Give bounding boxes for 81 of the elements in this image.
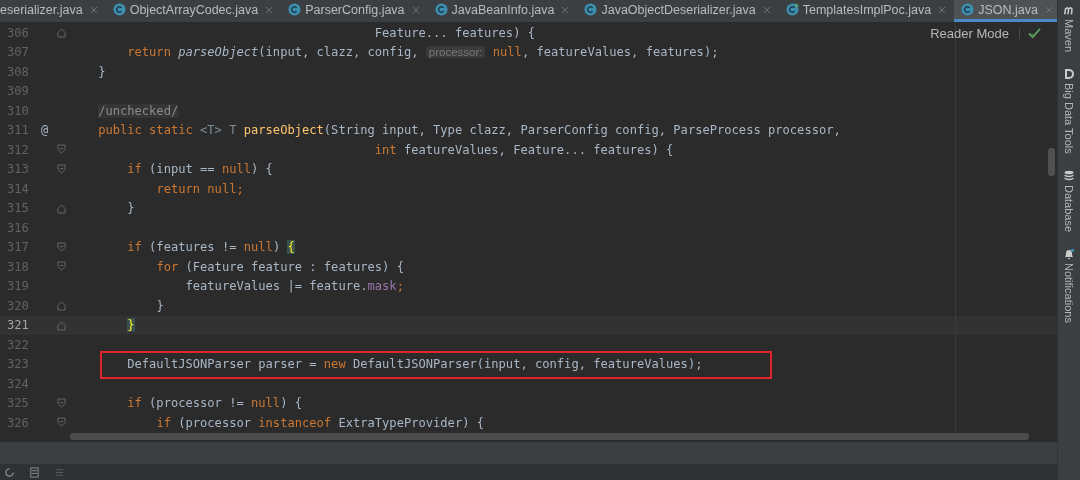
tool-window-button[interactable]: Database	[1063, 169, 1075, 232]
file-tab[interactable]: eserializer.java	[0, 0, 106, 22]
close-icon[interactable]	[1044, 5, 1053, 14]
file-tab[interactable]: ObjectArrayCodec.java	[105, 0, 282, 22]
code-line: DefaultJSONParser parser = new DefaultJSONParser(input, config, featureValues);	[126, 357, 703, 372]
fold-end-icon[interactable]	[56, 202, 66, 214]
code-line: return null;	[155, 181, 244, 196]
code-line: if (features != null) {	[126, 240, 295, 255]
code-line: if (processor instanceof ExtraTypeProvider) {	[155, 415, 485, 430]
database-icon	[1063, 169, 1075, 182]
code-line: }	[126, 201, 135, 216]
code-line: int featureValues, Feature... features) {	[373, 142, 674, 157]
fold-icon[interactable]	[56, 144, 66, 156]
line-number: 306	[6, 25, 30, 40]
fold-end-icon[interactable]	[56, 27, 66, 39]
line-number: 326	[6, 415, 30, 430]
line-number: 307	[6, 45, 30, 60]
line-number: 315	[6, 201, 30, 216]
line-number: 312	[6, 142, 30, 157]
class-icon	[288, 3, 302, 16]
file-tab[interactable]: TemplatesImplPoc.java	[778, 0, 955, 22]
fold-icon[interactable]	[56, 397, 66, 409]
calculator-icon[interactable]	[29, 466, 40, 478]
line-number: 323	[6, 357, 30, 372]
bell-icon	[1063, 247, 1075, 260]
file-tab[interactable]: JavaBeanInfo.java	[427, 0, 578, 22]
scrollbar-thumb[interactable]	[1048, 148, 1055, 176]
fold-end-icon[interactable]	[56, 300, 66, 312]
line-number: 311	[6, 123, 30, 138]
line-number: 316	[6, 220, 30, 235]
line-number: 313	[6, 162, 30, 177]
line-number: 308	[6, 64, 30, 79]
file-tab[interactable]: JavaObjectDeserializer.java	[577, 0, 779, 22]
maven-icon	[1063, 4, 1075, 16]
close-icon[interactable]	[265, 5, 274, 14]
tool-window-button[interactable]: Big Data Tools	[1063, 68, 1075, 154]
fold-icon[interactable]	[56, 241, 66, 253]
line-number: 317	[6, 240, 30, 255]
fold-icon[interactable]	[56, 261, 66, 273]
fold-icon[interactable]	[56, 163, 66, 175]
code-line: return parseObject(input, clazz, config, processor: null, featureValues, features);	[126, 45, 719, 60]
class-icon	[434, 3, 448, 16]
code-line: for (Feature feature : features) {	[155, 259, 404, 274]
annotation-marker[interactable]: @	[40, 123, 49, 138]
code-line: public static <T> T parseObject(String input, Type clazz, ParserConfig config, ParseProcess processor,	[97, 123, 841, 138]
class-icon	[785, 3, 799, 16]
close-icon[interactable]	[89, 5, 98, 14]
tool-window-button[interactable]: Notifications	[1063, 247, 1075, 323]
reader-mode-link[interactable]: Reader Mode	[930, 26, 1009, 41]
line-number: 325	[6, 396, 30, 411]
close-icon[interactable]	[762, 5, 771, 14]
code-line: }	[155, 298, 164, 313]
list-icon[interactable]	[54, 466, 65, 478]
code-line: }	[97, 64, 106, 79]
refresh-icon[interactable]	[4, 466, 15, 478]
code-line: if (processor != null) {	[126, 396, 302, 411]
code-line: Feature... features) {	[373, 25, 535, 40]
fold-icon[interactable]	[56, 417, 66, 429]
line-number: 322	[6, 337, 30, 352]
horizontal-scrollbar[interactable]	[70, 433, 1029, 440]
class-icon	[961, 3, 975, 16]
line-number: 321	[6, 318, 30, 333]
close-icon[interactable]	[938, 5, 947, 14]
line-number: 320	[6, 298, 30, 313]
line-number: 319	[6, 279, 30, 294]
close-icon[interactable]	[561, 5, 570, 14]
line-number: 318	[6, 259, 30, 274]
line-number: 314	[6, 181, 30, 196]
fold-end-icon[interactable]	[56, 319, 66, 331]
line-number: 324	[6, 376, 30, 391]
file-tab[interactable]: ParserConfig.java	[281, 0, 428, 22]
close-icon[interactable]	[411, 5, 420, 14]
line-number: 310	[6, 103, 30, 118]
class-icon	[112, 3, 126, 16]
code-line: featureValues |= feature.mask;	[184, 279, 404, 294]
check-icon	[1019, 28, 1041, 39]
code-line: if (input == null) {	[126, 162, 273, 177]
class-icon	[584, 3, 598, 16]
tool-window-button[interactable]: Maven	[1063, 4, 1075, 53]
line-number: 309	[6, 84, 30, 99]
bigdata-icon	[1063, 68, 1075, 81]
